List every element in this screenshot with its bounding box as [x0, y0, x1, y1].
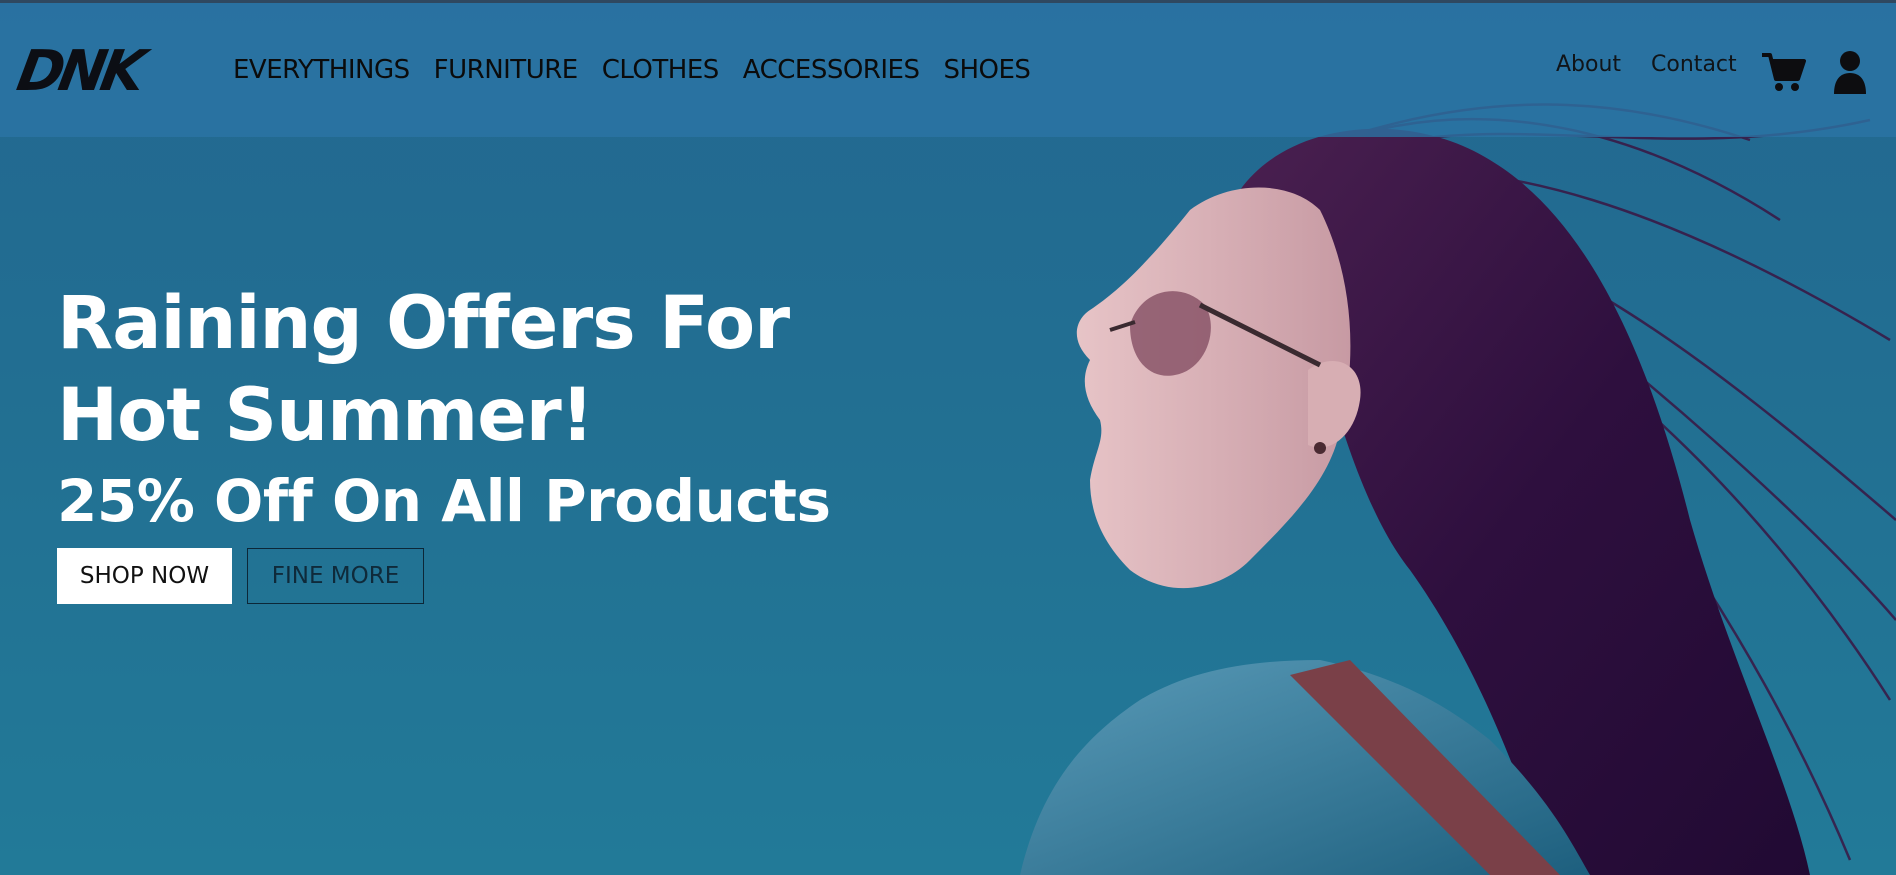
cart-icon[interactable] — [1760, 51, 1806, 93]
fine-more-button[interactable]: FINE MORE — [247, 548, 424, 604]
hero-subheadline: 25% Off On All Products — [57, 467, 831, 535]
main-nav: EVERYTHINGS FURNITURE CLOTHES ACCESSORIE… — [233, 55, 1031, 85]
brand-logo[interactable]: DNK — [12, 39, 172, 104]
shop-now-button[interactable]: SHOP NOW — [57, 548, 232, 604]
nav-item-shoes[interactable]: SHOES — [943, 55, 1030, 85]
earring — [1314, 442, 1326, 454]
site-header: DNK EVERYTHINGS FURNITURE CLOTHES ACCESS… — [0, 3, 1896, 137]
nav-item-everythings[interactable]: EVERYTHINGS — [233, 55, 410, 85]
about-link[interactable]: About — [1556, 52, 1621, 77]
hero-headline-line1: Raining Offers For — [57, 281, 790, 366]
nav-item-accessories[interactable]: ACCESSORIES — [743, 55, 920, 85]
hero-image — [1020, 103, 1896, 875]
secondary-nav: About Contact — [1556, 52, 1737, 77]
hero-headline-line2: Hot Summer! — [57, 373, 594, 458]
hero-headline: Raining Offers For Hot Summer! — [57, 278, 790, 462]
page-top-border — [0, 0, 1896, 3]
nav-item-furniture[interactable]: FURNITURE — [434, 55, 579, 85]
nav-item-clothes[interactable]: CLOTHES — [602, 55, 720, 85]
contact-link[interactable]: Contact — [1651, 52, 1737, 77]
user-icon[interactable] — [1832, 50, 1868, 94]
